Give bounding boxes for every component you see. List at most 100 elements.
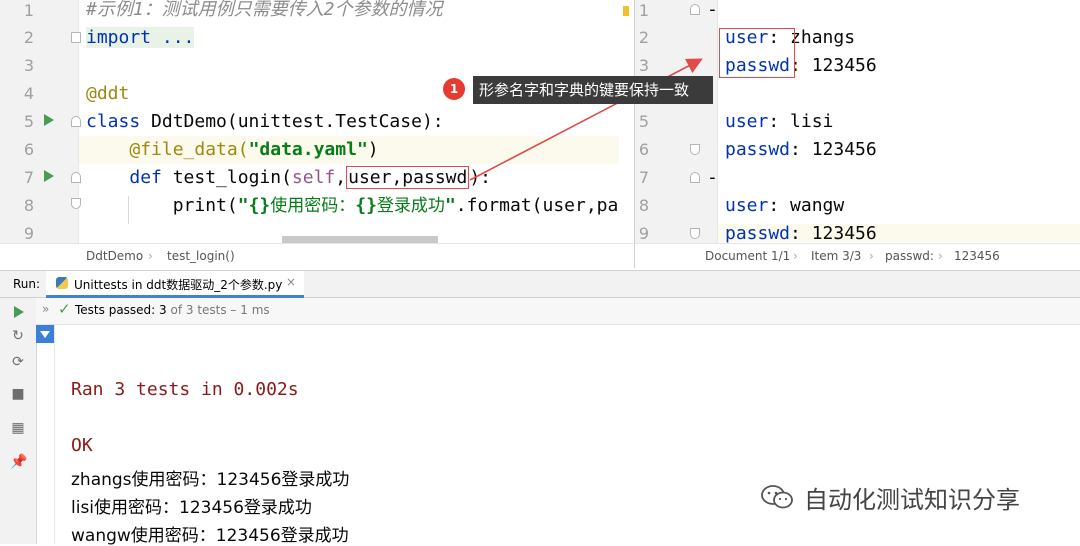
highlighted-params: user,passwd: [346, 166, 470, 189]
string-literal: "{}: [237, 195, 271, 216]
status-suffix: of 3 tests – 1 ms: [166, 303, 270, 317]
editor-gutter: 1 2 3 4 5 6 7 8 9: [635, 0, 718, 244]
pin-icon[interactable]: 📌: [10, 454, 27, 470]
fold-class-icon[interactable]: [71, 116, 81, 127]
yaml-editor-right[interactable]: 1 2 3 4 5 6 7 8 9 - user: zhangs passwd:…: [634, 0, 1080, 268]
editor-gutter: 1 2 3 4 5 6 7 8 9 10: [0, 0, 79, 268]
breadcrumb-item[interactable]: 123456: [954, 249, 1000, 263]
keyword: class: [86, 111, 141, 132]
yaml-value: : 123456: [790, 55, 877, 76]
comment-text: #示例1：测试用例只需要传入2个参数的情况: [86, 0, 443, 20]
code-line-1: #示例1：测试用例只需要传入2个参数的情况: [86, 0, 443, 24]
stop-icon[interactable]: ■: [10, 386, 26, 402]
run-toolbar: ↻ ⟳ ■ ▦ 📌: [0, 298, 37, 544]
layout-icon[interactable]: ▦: [10, 420, 26, 436]
decorator-file-data: @file_data(: [129, 139, 249, 160]
console-line-result: lisi使用密码：123456登录成功: [71, 498, 312, 518]
status-count: 3: [159, 303, 167, 317]
yaml-line-7: -: [707, 164, 718, 192]
fold-end-icon[interactable]: [690, 144, 700, 155]
string-literal: ": [444, 195, 456, 216]
yaml-value: : 123456: [790, 139, 877, 160]
run-tool-window-header: Run: Unittests in ddt数据驱动_2个参数.py ×: [0, 270, 1080, 298]
close-icon[interactable]: ×: [286, 275, 296, 289]
console-line-result: wangw使用密码：123456登录成功: [71, 526, 349, 546]
code-line-7: @file_data("data.yaml"): [86, 136, 378, 164]
line-number: 3: [23, 56, 34, 75]
annotation-tooltip: 形参名字和字典的键要保持一致: [473, 76, 713, 104]
keyword: def: [129, 167, 162, 188]
string-literal: 登录成功: [376, 196, 445, 216]
yaml-breadcrumb: Document 1/1 › Item 3/3 › passwd: › 1234…: [635, 243, 1080, 268]
fold-end-icon[interactable]: [71, 198, 81, 209]
line-number: 6: [638, 140, 649, 159]
code-line-8: def test_login(self, user,passwd):: [86, 164, 491, 192]
toggle-auto-test-icon[interactable]: ⟳: [10, 354, 26, 370]
fold-method-icon[interactable]: [71, 172, 81, 183]
watermark-text: 自动化测试知识分享: [804, 486, 1020, 514]
test-status-text: Tests passed: 3 of 3 tests – 1 ms: [75, 303, 270, 317]
line-number: 2: [23, 28, 34, 47]
self-param: self: [291, 167, 336, 188]
console-line-result: zhangs使用密码：123456登录成功: [71, 470, 350, 490]
yaml-dash: -: [707, 167, 718, 188]
breadcrumb: DdtDemo › test_login(): [0, 243, 633, 268]
indent-guide: [128, 196, 129, 224]
test-status-row: » ✓ Tests passed: 3 of 3 tests – 1 ms: [36, 298, 1080, 325]
breadcrumb-item-method[interactable]: test_login(): [167, 249, 235, 263]
run-test-icon[interactable]: [44, 170, 54, 182]
line-number: 1: [23, 1, 34, 20]
punctuation: ,: [335, 167, 347, 188]
expand-chevron-icon[interactable]: »: [42, 302, 49, 316]
format-call: .format(user,pas: [455, 195, 630, 216]
fold-item-icon[interactable]: [690, 172, 700, 183]
yaml-value: : wangw: [768, 195, 845, 216]
run-class-icon[interactable]: [44, 114, 54, 126]
line-number: 2: [638, 28, 649, 47]
breadcrumb-separator: ›: [793, 249, 798, 263]
fold-item-icon[interactable]: [690, 4, 700, 15]
yaml-value: : lisi: [768, 111, 834, 132]
function-call: print(: [172, 195, 238, 216]
warning-marker[interactable]: [623, 6, 629, 16]
class-signature: DdtDemo(unittest.TestCase):: [140, 111, 444, 132]
breadcrumb-item[interactable]: Document 1/1: [705, 249, 790, 263]
line-number: 4: [23, 84, 34, 103]
code-line-2[interactable]: import ...: [86, 24, 195, 52]
line-number: 7: [23, 168, 34, 187]
rerun-failed-icon[interactable]: ↻: [10, 328, 26, 344]
breadcrumb-separator: ›: [938, 249, 943, 263]
yaml-key: user: [725, 111, 769, 132]
rerun-icon[interactable]: [14, 306, 24, 318]
string-literal: {}: [355, 195, 377, 216]
breadcrumb-item[interactable]: passwd:: [885, 249, 934, 263]
run-label: Run:: [13, 277, 41, 291]
error-stripe[interactable]: [619, 0, 633, 244]
run-tab-label: Unittests in ddt数据驱动_2个参数.py: [74, 278, 283, 292]
yaml-dash: -: [707, 0, 718, 20]
line-number: 5: [23, 112, 34, 131]
folded-import[interactable]: import ...: [86, 27, 195, 48]
code-editor-left[interactable]: 1 2 3 4 5 6 7 8 9 10 #示例1：测试用例只需要传入2个参数的…: [0, 0, 633, 268]
run-config-tab[interactable]: Unittests in ddt数据驱动_2个参数.py ×: [46, 271, 304, 298]
decorator-ddt: @ddt: [86, 83, 130, 104]
string-literal: 使用密码：: [270, 196, 356, 216]
function-name: test_login(: [161, 167, 292, 188]
console-line-ran: Ran 3 tests in 0.002s: [71, 379, 299, 400]
yaml-value: : 123456: [790, 223, 877, 244]
annotation-badge: 1: [443, 78, 465, 100]
breadcrumb-item[interactable]: Item 3/3: [811, 249, 861, 263]
breadcrumb-item-class[interactable]: DdtDemo: [86, 249, 143, 263]
punctuation: ):: [469, 167, 492, 188]
fold-expand-icon[interactable]: [71, 32, 81, 43]
console-line-ok: OK: [71, 435, 93, 456]
breadcrumb-separator: ›: [869, 249, 874, 263]
line-number: 1: [638, 1, 649, 20]
fold-end-icon[interactable]: [690, 228, 700, 239]
yaml-line-5: user: lisi: [725, 108, 833, 136]
line-number: 5: [638, 112, 649, 131]
collapse-tree-icon[interactable]: [36, 325, 54, 343]
code-line-6: class DdtDemo(unittest.TestCase):: [86, 108, 444, 136]
keys-highlight-box: [719, 28, 795, 78]
yaml-line-1: -: [707, 0, 718, 24]
